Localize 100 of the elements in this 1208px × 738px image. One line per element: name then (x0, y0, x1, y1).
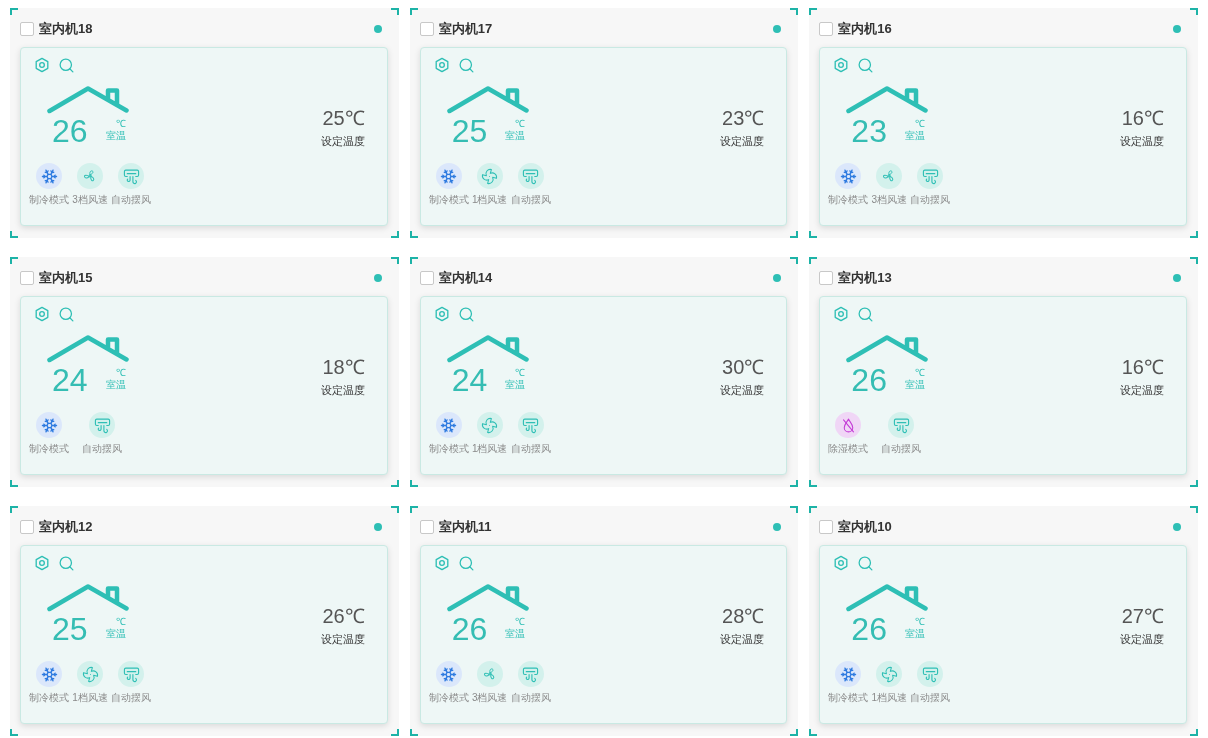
settings-icon[interactable] (433, 306, 450, 322)
corner-bracket-icon (10, 8, 18, 15)
corner-bracket-icon (809, 506, 818, 513)
house-icon (446, 86, 529, 114)
corner-bracket-icon (1190, 506, 1198, 513)
air-conditioner-icon (118, 661, 144, 687)
set-temperature-label: 设定温度 (1120, 135, 1164, 148)
set-temperature: 25℃ (322, 107, 365, 129)
temperature-unit: ℃ (914, 367, 925, 379)
snowflake-icon (36, 163, 62, 189)
mode-label: 制冷模式 (828, 692, 869, 704)
corner-bracket-icon (1190, 231, 1198, 238)
mode-label: 制冷模式 (428, 194, 469, 206)
house-icon (47, 86, 129, 114)
mode-label: 1档风速 (471, 194, 508, 206)
fan-icon (476, 661, 503, 687)
corner-bracket-icon (790, 257, 799, 264)
checkbox[interactable] (819, 271, 834, 285)
room-temperature: 23 (851, 116, 887, 146)
checkbox[interactable] (20, 271, 34, 285)
fan-icon (876, 163, 903, 189)
search-icon[interactable] (857, 305, 875, 323)
mode-label: 1档风速 (871, 692, 908, 704)
house-icon (47, 335, 129, 363)
room-temperature: 26 (851, 365, 887, 395)
corner-bracket-icon (809, 8, 818, 15)
room-temperature-label: 室温 (505, 130, 526, 142)
mode-label: 自动摆风 (510, 692, 551, 704)
search-icon[interactable] (457, 56, 475, 74)
air-conditioner-icon (888, 412, 915, 438)
checkbox[interactable] (819, 520, 834, 534)
mode-label: 自动摆风 (910, 692, 951, 704)
mode-label: 制冷模式 (29, 443, 69, 455)
house-icon (446, 584, 529, 612)
corner-bracket-icon (409, 480, 418, 487)
settings-icon[interactable] (833, 306, 850, 322)
room-temperature: 25 (451, 116, 488, 146)
mode-label: 3档风速 (471, 692, 508, 704)
mode-label: 1档风速 (471, 443, 508, 455)
temperature-unit: ℃ (914, 616, 925, 628)
room-temperature-label: 室温 (105, 379, 126, 391)
settings-icon[interactable] (34, 57, 50, 73)
settings-icon[interactable] (34, 306, 50, 322)
checkbox[interactable] (819, 22, 834, 36)
fan-icon (876, 661, 903, 687)
settings-icon[interactable] (433, 57, 450, 73)
corner-bracket-icon (10, 231, 18, 238)
set-temperature-label: 设定温度 (320, 384, 365, 397)
search-icon[interactable] (457, 554, 475, 572)
snowflake-icon (435, 163, 462, 189)
crossed-droplet-icon (835, 412, 862, 438)
unit-title: 室内机12 (39, 519, 93, 535)
unit-title: 室内机10 (838, 519, 892, 535)
checkbox[interactable] (20, 520, 34, 534)
checkbox[interactable] (419, 520, 434, 534)
mode-label: 3档风速 (72, 194, 108, 206)
corner-bracket-icon (1190, 8, 1198, 15)
temperature-unit: ℃ (515, 118, 526, 130)
temperature-unit: ℃ (914, 118, 925, 130)
house-icon (446, 335, 529, 363)
checkbox[interactable] (20, 22, 34, 36)
snowflake-icon (36, 412, 62, 438)
room-temperature: 26 (451, 614, 488, 644)
corner-bracket-icon (10, 257, 18, 264)
corner-bracket-icon (409, 506, 418, 513)
temperature-unit: ℃ (115, 616, 126, 628)
mode-label: 自动摆风 (510, 194, 551, 206)
air-conditioner-icon (118, 163, 144, 189)
room-temperature-label: 室温 (904, 379, 925, 391)
fan-icon (77, 661, 103, 687)
search-icon[interactable] (58, 305, 75, 323)
settings-icon[interactable] (433, 555, 450, 571)
unit-title: 室内机13 (838, 270, 892, 286)
room-temperature: 24 (52, 365, 88, 395)
settings-icon[interactable] (833, 57, 850, 73)
snowflake-icon (835, 661, 862, 687)
checkbox[interactable] (419, 271, 434, 285)
set-temperature: 23℃ (722, 107, 765, 129)
set-temperature-label: 设定温度 (720, 384, 765, 397)
search-icon[interactable] (857, 56, 875, 74)
snowflake-icon (435, 661, 462, 687)
search-icon[interactable] (457, 305, 475, 323)
settings-icon[interactable] (833, 555, 850, 571)
mode-label: 自动摆风 (111, 692, 151, 704)
corner-bracket-icon (1190, 480, 1198, 487)
mode-label: 自动摆风 (82, 443, 122, 455)
search-icon[interactable] (58, 56, 75, 74)
set-temperature: 27℃ (1121, 605, 1164, 627)
settings-icon[interactable] (34, 555, 50, 571)
room-temperature: 24 (451, 365, 488, 395)
search-icon[interactable] (58, 554, 75, 572)
checkbox[interactable] (419, 22, 434, 36)
house-icon (846, 584, 929, 612)
corner-bracket-icon (809, 231, 818, 238)
corner-bracket-icon (790, 8, 799, 15)
corner-bracket-icon (809, 257, 818, 264)
search-icon[interactable] (857, 554, 875, 572)
corner-bracket-icon (390, 506, 399, 513)
room-temperature: 26 (851, 614, 887, 644)
set-temperature: 16℃ (1121, 107, 1164, 129)
